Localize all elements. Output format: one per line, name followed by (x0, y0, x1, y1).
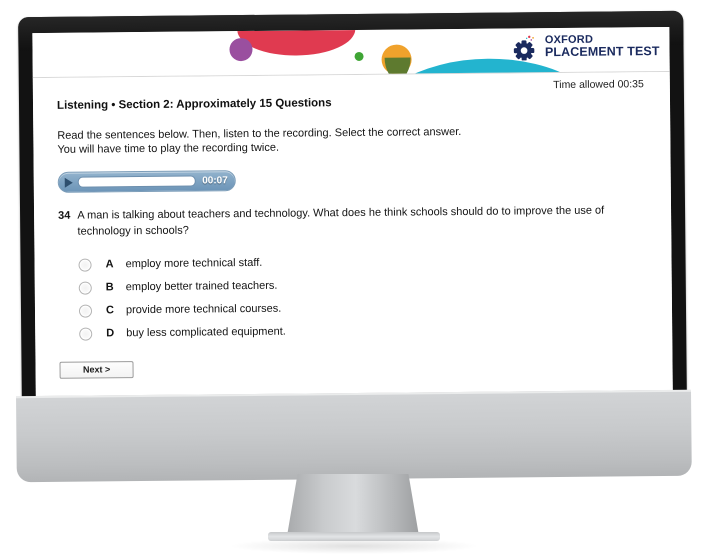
page-header: OXFORD PLACEMENT TEST (32, 26, 670, 79)
monitor-shadow (232, 538, 476, 554)
audio-player[interactable]: 00:07 (57, 170, 236, 193)
option-label-c: provide more technical courses. (125, 303, 282, 317)
option-row-d[interactable]: D buy less complicated equipment. (79, 317, 648, 345)
option-letter-c: C (105, 304, 115, 317)
green-dot-decoration (354, 51, 364, 61)
radio-button-d[interactable] (79, 327, 93, 341)
answer-options: A employ more technical staff. B employ … (58, 248, 648, 346)
purple-circle-decoration (229, 37, 253, 62)
option-letter-b: B (105, 281, 114, 294)
monitor-stand-neck (287, 474, 419, 536)
option-label-a: employ more technical staff. (125, 257, 263, 271)
test-content: Time allowed 00:35 Listening • Section 2… (32, 71, 673, 404)
option-letter-d: D (106, 327, 115, 340)
question-block: 34 A man is talking about teachers and t… (58, 203, 647, 241)
option-letter-a: A (105, 258, 114, 271)
option-label-b: employ better trained teachers. (125, 280, 278, 294)
screen-content: OXFORD PLACEMENT TEST Time allowed 00:35… (32, 26, 673, 404)
question-text: A man is talking about teachers and tech… (77, 204, 605, 238)
audio-time-label: 00:07 (202, 175, 228, 187)
oxford-placement-test-logo: OXFORD PLACEMENT TEST (514, 33, 660, 61)
monitor-chin (16, 389, 692, 483)
play-icon[interactable] (64, 177, 73, 188)
red-ellipse-decoration (237, 26, 356, 57)
logo-wordmark: OXFORD PLACEMENT TEST (544, 33, 660, 60)
audio-progress-track[interactable] (77, 175, 197, 188)
logo-line-placement-test: PLACEMENT TEST (544, 44, 660, 60)
next-button[interactable]: Next > (59, 360, 134, 379)
instructions-block: Read the sentences below. Then, listen t… (57, 124, 646, 156)
radio-button-b[interactable] (78, 281, 92, 295)
section-title: Listening • Section 2: Approximately 15 … (56, 97, 332, 112)
option-label-d: buy less complicated equipment. (126, 326, 286, 340)
question-number: 34 (58, 209, 71, 222)
gear-icon (514, 34, 540, 61)
monitor-scene: OXFORD PLACEMENT TEST Time allowed 00:35… (0, 0, 707, 559)
radio-button-a[interactable] (78, 258, 92, 272)
monitor-display-unit: OXFORD PLACEMENT TEST Time allowed 00:35… (18, 10, 687, 418)
radio-button-c[interactable] (78, 304, 93, 318)
